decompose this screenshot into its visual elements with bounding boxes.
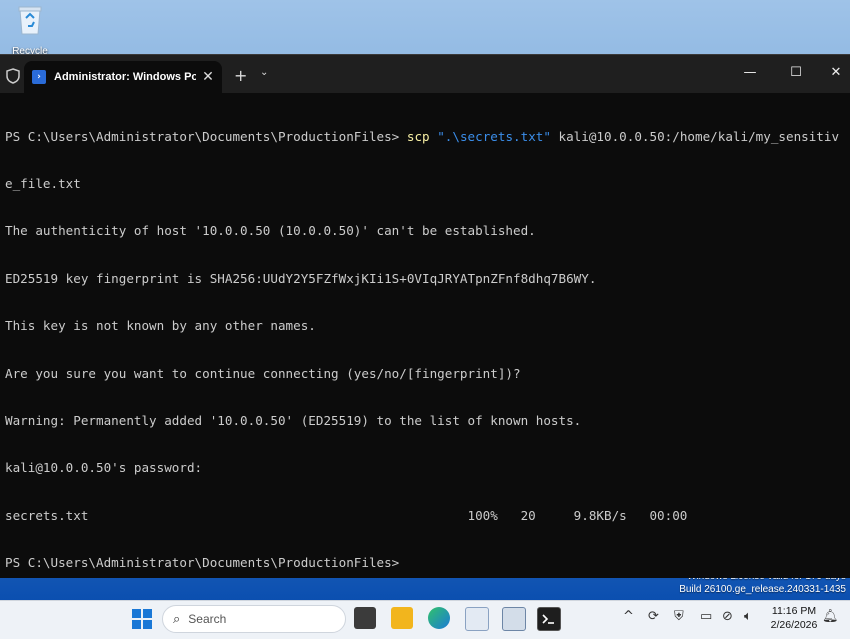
edge-icon[interactable] <box>428 607 450 629</box>
command-line-wrap: e_file.txt <box>5 175 81 191</box>
sync-icon[interactable]: ⟳ <box>648 609 659 624</box>
clock-time: 11:16 PM <box>771 605 817 617</box>
server-manager-icon[interactable] <box>465 607 489 631</box>
security-icon[interactable]: ⛨ <box>674 609 684 624</box>
task-view-icon[interactable] <box>354 607 376 629</box>
output-line: Warning: Permanently added '10.0.0.50' (… <box>5 412 582 428</box>
command-dest-arg: kali@10.0.0.50:/home/kali/my_sensitiv <box>550 128 840 144</box>
maximize-button[interactable]: ☐ <box>786 65 806 80</box>
shield-icon <box>6 68 20 84</box>
search-placeholder: Search <box>188 612 227 626</box>
notification-bell-icon[interactable]: 🔔︎ <box>822 609 839 624</box>
close-button[interactable]: ✕ <box>826 65 846 80</box>
tray-chevron-icon[interactable]: ^ <box>623 609 634 624</box>
output-line: This key is not known by any other names… <box>5 318 316 334</box>
network-icon[interactable] <box>502 607 526 631</box>
start-button[interactable] <box>132 609 152 629</box>
command-name: scp <box>406 128 430 144</box>
tab-powershell[interactable]: › Administrator: Windows PowerShell ✕ <box>24 61 222 93</box>
transfer-progress-line: secrets.txt 100% 20 9.8KB/s 00:00 <box>5 507 688 523</box>
output-line: ED25519 key fingerprint is SHA256:UUdY2Y… <box>5 270 597 286</box>
clock-date: 2/26/2026 <box>770 619 818 631</box>
minimize-button[interactable]: — <box>740 65 760 80</box>
command-source-arg: ".\secrets.txt" <box>437 128 551 144</box>
output-line: kali@10.0.0.50's password: <box>5 460 203 476</box>
tab-close-icon[interactable]: ✕ <box>200 69 216 85</box>
command-line: PS C:\Users\Administrator\Documents\Prod… <box>5 129 845 145</box>
new-tab-button[interactable]: + <box>234 66 247 85</box>
file-explorer-icon[interactable] <box>391 607 413 629</box>
terminal-output[interactable]: PS C:\Users\Administrator\Documents\Prod… <box>0 94 850 578</box>
terminal-window: › Administrator: Windows PowerShell ✕ + … <box>0 54 850 578</box>
display-icon[interactable]: ▭ <box>700 609 712 624</box>
output-line: The authenticity of host '10.0.0.50 (10.… <box>5 223 536 239</box>
terminal-taskbar-icon[interactable] <box>537 607 561 631</box>
system-clock[interactable]: 11:16 PM 2/26/2026 <box>768 604 820 632</box>
taskbar-search[interactable]: ⌕ Search <box>162 605 346 633</box>
recycle-bin-icon <box>16 4 44 36</box>
volume-icon[interactable]: 🔈︎ <box>744 609 752 624</box>
search-icon: ⌕ <box>173 611 181 627</box>
title-bar[interactable]: › Administrator: Windows PowerShell ✕ + … <box>0 55 850 93</box>
final-prompt: PS C:\Users\Administrator\Documents\Prod… <box>5 555 400 571</box>
output-line: Are you sure you want to continue connec… <box>5 365 521 381</box>
chevron-down-icon[interactable]: ⌄ <box>260 67 268 78</box>
powershell-icon: › <box>32 70 46 84</box>
prompt: PS C:\Users\Administrator\Documents\Prod… <box>5 128 407 144</box>
tab-title: Administrator: Windows PowerShell <box>54 71 196 83</box>
wifi-off-icon[interactable]: ⊘ <box>722 609 733 624</box>
